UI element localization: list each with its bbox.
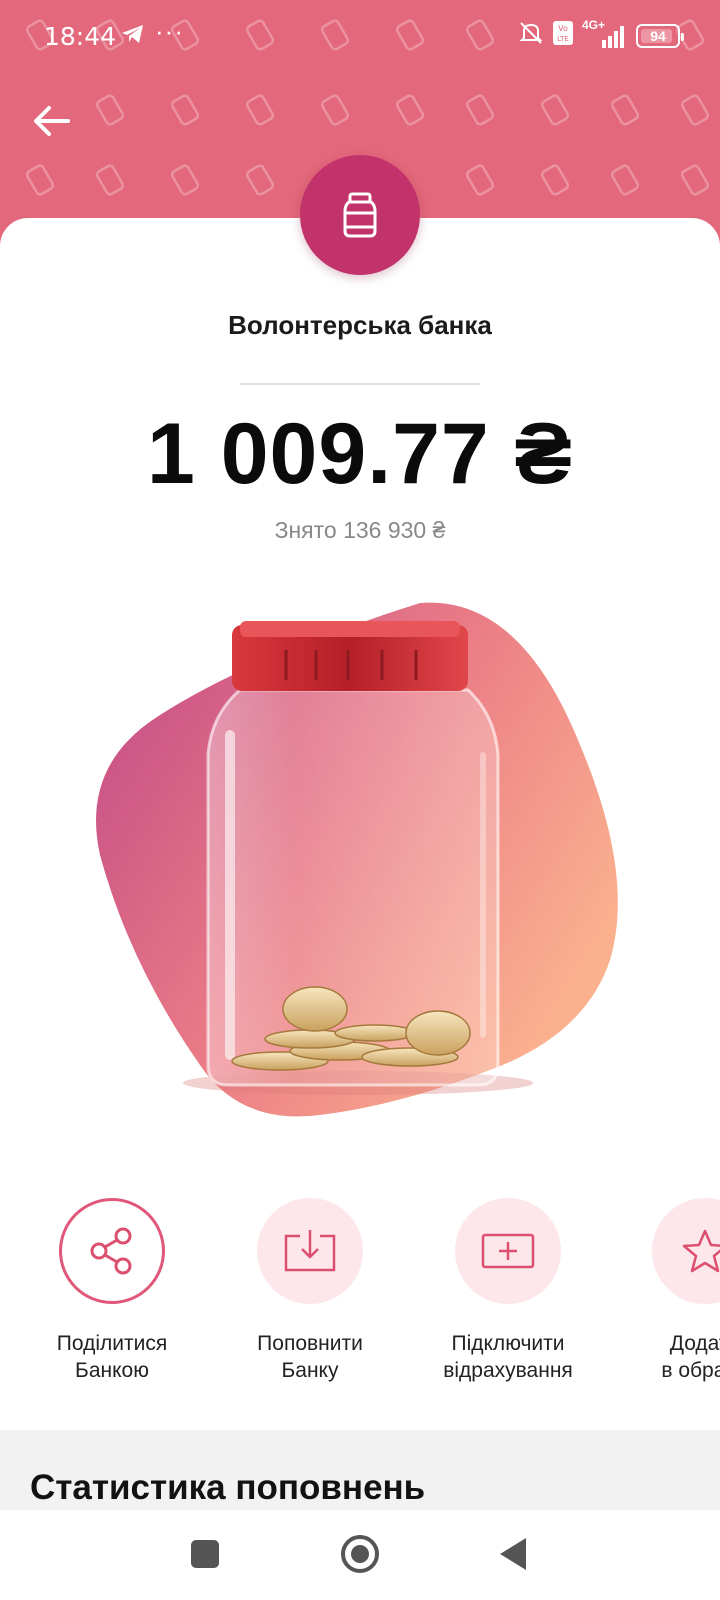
top-up-jar-label: Поповнити Банку	[257, 1332, 363, 1382]
battery-icon: 94	[636, 23, 684, 48]
back-icon[interactable]	[500, 1538, 526, 1570]
svg-text:LTE: LTE	[557, 35, 569, 43]
top-up-stats-section: Статистика поповнень	[0, 1430, 720, 1520]
telegram-icon	[120, 22, 146, 51]
add-to-favorites-label: Додати в обране	[661, 1332, 720, 1382]
home-icon[interactable]	[341, 1535, 379, 1573]
share-icon	[90, 1227, 132, 1275]
system-nav-bar	[0, 1510, 720, 1600]
stats-heading: Статистика поповнень	[30, 1468, 426, 1507]
signal-icon: 4G+	[582, 18, 628, 50]
screen: 18:44 ··· Vo LTE 4G+ 94 Волонтерська бан…	[0, 0, 720, 1600]
title-divider	[240, 383, 480, 385]
jar-title: Волонтерська банка	[228, 310, 492, 340]
connect-deductions-circle	[455, 1198, 561, 1304]
status-right: Vo LTE 4G+ 94	[518, 18, 684, 51]
jar-badge	[300, 155, 420, 275]
arrow-left-icon	[34, 106, 70, 136]
status-bar: 18:44 ··· Vo LTE 4G+ 94	[0, 14, 720, 58]
connect-deductions-button[interactable]: Підключити відрахування	[408, 1198, 608, 1384]
mute-icon	[518, 20, 544, 51]
jar-balance: 1 009.77 ₴	[146, 406, 574, 502]
withdrawn-amount: Знято 136 930 ₴	[274, 517, 446, 543]
status-time: 18:44	[44, 22, 117, 51]
add-to-favorites-button[interactable]: Додати в обране	[605, 1198, 720, 1384]
star-icon	[682, 1229, 720, 1273]
share-jar-label: Поділитися Банкою	[56, 1332, 168, 1382]
more-notifications-icon: ···	[155, 16, 184, 46]
recents-icon[interactable]	[191, 1540, 219, 1568]
deposit-icon	[284, 1230, 336, 1272]
add-card-icon	[481, 1233, 535, 1269]
svg-text:Vo: Vo	[558, 24, 568, 33]
top-up-jar-button[interactable]: Поповнити Банку	[210, 1198, 410, 1384]
jar-actions: Поділитися Банкою Поповнити Банку Підклю…	[0, 1198, 720, 1388]
favorites-circle	[652, 1198, 720, 1304]
battery-level: 94	[650, 27, 666, 44]
top-up-button-circle	[257, 1198, 363, 1304]
volte-icon: Vo LTE	[552, 20, 574, 51]
jar-illustration	[96, 602, 618, 1117]
back-button[interactable]	[28, 98, 78, 144]
share-button-circle	[59, 1198, 165, 1304]
jar-icon	[343, 192, 377, 238]
share-jar-button[interactable]: Поділитися Банкою	[12, 1198, 212, 1384]
connect-deductions-label: Підключити відрахування	[443, 1332, 573, 1382]
